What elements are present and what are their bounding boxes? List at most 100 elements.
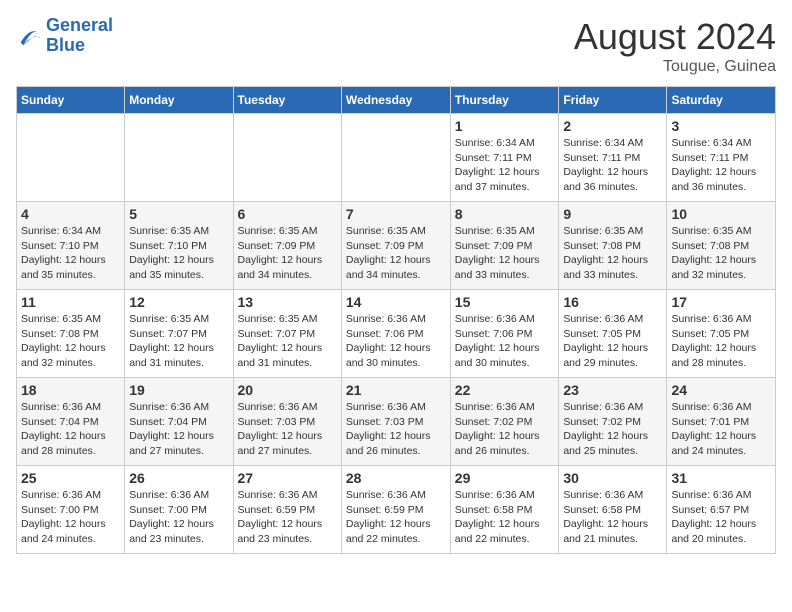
day-number: 6: [238, 206, 337, 222]
calendar-cell: 28Sunrise: 6:36 AM Sunset: 6:59 PM Dayli…: [341, 466, 450, 554]
calendar-cell: 8 Sunrise: 6:35 AM Sunset: 7:09 PM Daylig…: [450, 202, 559, 290]
day-number: 11: [21, 294, 120, 310]
day-info: Sunrise: 6:35 AM Sunset: 7:10 PM Dayligh…: [129, 224, 228, 283]
day-number: 29: [455, 470, 555, 486]
day-number: 12: [129, 294, 228, 310]
logo-text: General Blue: [46, 16, 113, 56]
calendar-cell: 9 Sunrise: 6:35 AM Sunset: 7:08 PM Daylig…: [559, 202, 667, 290]
weekday-header-sunday: Sunday: [17, 87, 125, 114]
day-number: 25: [21, 470, 120, 486]
calendar-cell: [341, 114, 450, 202]
weekday-header-tuesday: Tuesday: [233, 87, 341, 114]
calendar-cell: [17, 114, 125, 202]
calendar-cell: 24 Sunrise: 6:36 AM Sunset: 7:01 PM Dayli…: [667, 378, 776, 466]
calendar-week-row: 18Sunrise: 6:36 AM Sunset: 7:04 PM Dayli…: [17, 378, 776, 466]
day-number: 26: [129, 470, 228, 486]
day-info: Sunrise: 6:36 AM Sunset: 6:58 PM Dayligh…: [455, 488, 555, 547]
calendar-cell: 31 Sunrise: 6:36 AM Sunset: 6:57 PM Dayli…: [667, 466, 776, 554]
weekday-header-friday: Friday: [559, 87, 667, 114]
day-info: Sunrise: 6:35 AM Sunset: 7:08 PM Dayligh…: [563, 224, 662, 283]
calendar-cell: 16 Sunrise: 6:36 AM Sunset: 7:05 PM Dayli…: [559, 290, 667, 378]
calendar-week-row: 11 Sunrise: 6:35 AM Sunset: 7:08 PM Dayli…: [17, 290, 776, 378]
day-info: Sunrise: 6:36 AM Sunset: 7:04 PM Dayligh…: [21, 400, 120, 459]
weekday-header-saturday: Saturday: [667, 87, 776, 114]
calendar-cell: 6Sunrise: 6:35 AM Sunset: 7:09 PM Daylig…: [233, 202, 341, 290]
calendar-table: SundayMondayTuesdayWednesdayThursdayFrid…: [16, 86, 776, 554]
day-number: 31: [671, 470, 771, 486]
day-info: Sunrise: 6:34 AM Sunset: 7:10 PM Dayligh…: [21, 224, 120, 283]
day-info: Sunrise: 6:36 AM Sunset: 7:02 PM Dayligh…: [563, 400, 662, 459]
day-info: Sunrise: 6:36 AM Sunset: 7:00 PM Dayligh…: [21, 488, 120, 547]
day-info: Sunrise: 6:36 AM Sunset: 7:06 PM Dayligh…: [346, 312, 446, 371]
day-number: 8: [455, 206, 555, 222]
day-info: Sunrise: 6:35 AM Sunset: 7:07 PM Dayligh…: [238, 312, 337, 371]
day-info: Sunrise: 6:35 AM Sunset: 7:09 PM Dayligh…: [346, 224, 446, 283]
calendar-cell: 19 Sunrise: 6:36 AM Sunset: 7:04 PM Dayli…: [125, 378, 233, 466]
weekday-header-row: SundayMondayTuesdayWednesdayThursdayFrid…: [17, 87, 776, 114]
day-info: Sunrise: 6:35 AM Sunset: 7:09 PM Dayligh…: [455, 224, 555, 283]
calendar-cell: [233, 114, 341, 202]
day-number: 3: [671, 118, 771, 134]
day-info: Sunrise: 6:36 AM Sunset: 6:59 PM Dayligh…: [238, 488, 337, 547]
day-info: Sunrise: 6:36 AM Sunset: 7:05 PM Dayligh…: [563, 312, 662, 371]
day-number: 30: [563, 470, 662, 486]
day-number: 16: [563, 294, 662, 310]
day-info: Sunrise: 6:35 AM Sunset: 7:08 PM Dayligh…: [21, 312, 120, 371]
day-info: Sunrise: 6:36 AM Sunset: 6:57 PM Dayligh…: [671, 488, 771, 547]
calendar-cell: 7 Sunrise: 6:35 AM Sunset: 7:09 PM Daylig…: [341, 202, 450, 290]
day-number: 5: [129, 206, 228, 222]
calendar-cell: 3 Sunrise: 6:34 AM Sunset: 7:11 PM Daylig…: [667, 114, 776, 202]
day-number: 10: [671, 206, 771, 222]
calendar-week-row: 1 Sunrise: 6:34 AM Sunset: 7:11 PM Daylig…: [17, 114, 776, 202]
page-header: General Blue August 2024 Tougue, Guinea: [16, 16, 776, 76]
calendar-cell: 30Sunrise: 6:36 AM Sunset: 6:58 PM Dayli…: [559, 466, 667, 554]
day-number: 13: [238, 294, 337, 310]
day-info: Sunrise: 6:36 AM Sunset: 7:05 PM Dayligh…: [671, 312, 771, 371]
calendar-cell: 20Sunrise: 6:36 AM Sunset: 7:03 PM Dayli…: [233, 378, 341, 466]
calendar-cell: 5 Sunrise: 6:35 AM Sunset: 7:10 PM Daylig…: [125, 202, 233, 290]
calendar-cell: 2 Sunrise: 6:34 AM Sunset: 7:11 PM Daylig…: [559, 114, 667, 202]
day-number: 28: [346, 470, 446, 486]
day-info: Sunrise: 6:35 AM Sunset: 7:08 PM Dayligh…: [671, 224, 771, 283]
day-info: Sunrise: 6:34 AM Sunset: 7:11 PM Dayligh…: [563, 136, 662, 195]
day-number: 2: [563, 118, 662, 134]
calendar-cell: 26 Sunrise: 6:36 AM Sunset: 7:00 PM Dayli…: [125, 466, 233, 554]
day-info: Sunrise: 6:36 AM Sunset: 7:01 PM Dayligh…: [671, 400, 771, 459]
logo-icon: [16, 22, 44, 50]
day-number: 9: [563, 206, 662, 222]
day-number: 4: [21, 206, 120, 222]
weekday-header-wednesday: Wednesday: [341, 87, 450, 114]
title-area: August 2024 Tougue, Guinea: [574, 16, 776, 76]
calendar-week-row: 4 Sunrise: 6:34 AM Sunset: 7:10 PM Daylig…: [17, 202, 776, 290]
day-info: Sunrise: 6:36 AM Sunset: 7:03 PM Dayligh…: [346, 400, 446, 459]
calendar-cell: 18Sunrise: 6:36 AM Sunset: 7:04 PM Dayli…: [17, 378, 125, 466]
calendar-cell: 15Sunrise: 6:36 AM Sunset: 7:06 PM Dayli…: [450, 290, 559, 378]
month-year-title: August 2024: [574, 16, 776, 58]
day-number: 19: [129, 382, 228, 398]
day-info: Sunrise: 6:34 AM Sunset: 7:11 PM Dayligh…: [455, 136, 555, 195]
day-number: 7: [346, 206, 446, 222]
day-info: Sunrise: 6:34 AM Sunset: 7:11 PM Dayligh…: [671, 136, 771, 195]
calendar-cell: [125, 114, 233, 202]
day-info: Sunrise: 6:36 AM Sunset: 7:00 PM Dayligh…: [129, 488, 228, 547]
day-info: Sunrise: 6:35 AM Sunset: 7:07 PM Dayligh…: [129, 312, 228, 371]
day-number: 17: [671, 294, 771, 310]
calendar-cell: 25 Sunrise: 6:36 AM Sunset: 7:00 PM Dayli…: [17, 466, 125, 554]
calendar-cell: 29 Sunrise: 6:36 AM Sunset: 6:58 PM Dayli…: [450, 466, 559, 554]
day-number: 20: [238, 382, 337, 398]
location-subtitle: Tougue, Guinea: [574, 58, 776, 76]
day-info: Sunrise: 6:36 AM Sunset: 7:04 PM Dayligh…: [129, 400, 228, 459]
weekday-header-monday: Monday: [125, 87, 233, 114]
day-number: 14: [346, 294, 446, 310]
calendar-cell: 23 Sunrise: 6:36 AM Sunset: 7:02 PM Dayli…: [559, 378, 667, 466]
day-number: 24: [671, 382, 771, 398]
calendar-cell: 10 Sunrise: 6:35 AM Sunset: 7:08 PM Dayli…: [667, 202, 776, 290]
day-number: 22: [455, 382, 555, 398]
calendar-cell: 22Sunrise: 6:36 AM Sunset: 7:02 PM Dayli…: [450, 378, 559, 466]
day-number: 1: [455, 118, 555, 134]
calendar-cell: 4 Sunrise: 6:34 AM Sunset: 7:10 PM Daylig…: [17, 202, 125, 290]
calendar-cell: 13 Sunrise: 6:35 AM Sunset: 7:07 PM Dayli…: [233, 290, 341, 378]
day-number: 23: [563, 382, 662, 398]
calendar-week-row: 25 Sunrise: 6:36 AM Sunset: 7:00 PM Dayli…: [17, 466, 776, 554]
calendar-cell: 14 Sunrise: 6:36 AM Sunset: 7:06 PM Dayli…: [341, 290, 450, 378]
